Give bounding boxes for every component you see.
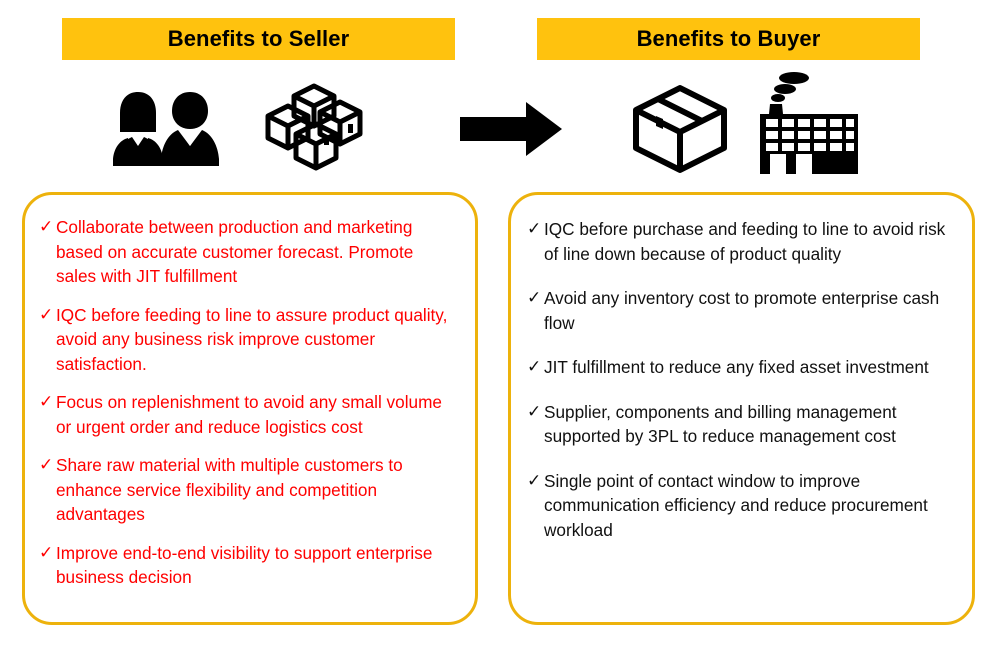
list-item: ✓ Single point of contact window to impr… xyxy=(527,469,956,543)
buyer-banner: Benefits to Buyer xyxy=(537,18,920,60)
check-icon: ✓ xyxy=(39,304,54,324)
list-item: ✓ IQC before feeding to line to assure p… xyxy=(39,303,461,377)
buyer-banner-title: Benefits to Buyer xyxy=(636,26,821,51)
boxes-stack-icon xyxy=(262,82,374,174)
diagram-canvas: Benefits to Seller Benefits to Buyer ✓ C… xyxy=(0,0,1000,647)
list-item: ✓ IQC before purchase and feeding to lin… xyxy=(527,217,956,266)
list-item-text: Avoid any inventory cost to promote ente… xyxy=(544,288,940,333)
list-item-text: JIT fulfillment to reduce any fixed asse… xyxy=(544,357,929,377)
check-icon: ✓ xyxy=(39,392,54,411)
list-item-text: IQC before purchase and feeding to line … xyxy=(544,219,946,264)
list-item-text: Collaborate between production and marke… xyxy=(56,217,414,286)
list-item: ✓ Supplier, components and billing manag… xyxy=(527,400,956,449)
list-item: ✓ Avoid any inventory cost to promote en… xyxy=(527,286,956,335)
list-item-text: IQC before feeding to line to assure pro… xyxy=(56,304,448,374)
check-icon: ✓ xyxy=(527,288,542,307)
list-item: ✓ Focus on replenishment to avoid any sm… xyxy=(39,390,461,439)
factory-icon xyxy=(752,70,866,178)
list-item: ✓ Share raw material with multiple custo… xyxy=(39,453,461,527)
list-item-text: Single point of contact window to improv… xyxy=(544,470,928,540)
list-item: ✓ Collaborate between production and mar… xyxy=(39,215,461,289)
seller-banner-title: Benefits to Seller xyxy=(167,26,350,51)
people-icon xyxy=(108,80,226,174)
check-icon: ✓ xyxy=(527,401,542,421)
check-icon: ✓ xyxy=(39,542,54,562)
box-icon xyxy=(628,84,732,174)
list-item: ✓ Improve end-to-end visibility to suppo… xyxy=(39,541,461,590)
check-icon: ✓ xyxy=(527,219,542,238)
list-item-text: Share raw material with multiple custome… xyxy=(56,455,403,524)
check-icon: ✓ xyxy=(39,455,54,474)
right-arrow-icon xyxy=(458,100,564,158)
check-icon: ✓ xyxy=(39,217,54,236)
list-item-text: Supplier, components and billing managem… xyxy=(544,401,897,447)
list-item-text: Focus on replenishment to avoid any smal… xyxy=(56,392,442,437)
check-icon: ✓ xyxy=(527,357,542,376)
list-item-text: Improve end-to-end visibility to support… xyxy=(56,542,433,588)
seller-bullet-list: ✓ Collaborate between production and mar… xyxy=(25,195,475,604)
check-icon: ✓ xyxy=(527,470,542,490)
list-item: ✓ JIT fulfillment to reduce any fixed as… xyxy=(527,355,956,380)
buyer-benefits-panel: ✓ IQC before purchase and feeding to lin… xyxy=(508,192,975,625)
seller-banner: Benefits to Seller xyxy=(62,18,455,60)
seller-benefits-panel: ✓ Collaborate between production and mar… xyxy=(22,192,478,625)
buyer-bullet-list: ✓ IQC before purchase and feeding to lin… xyxy=(511,195,972,562)
